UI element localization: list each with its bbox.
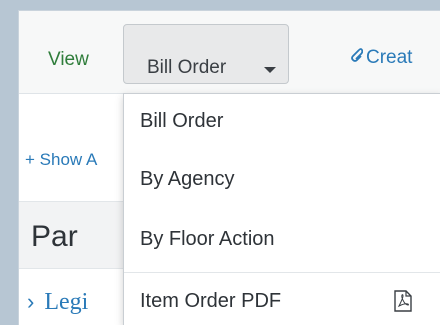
- menu-item-label: By Agency: [140, 168, 235, 190]
- chevron-right-icon: ›: [27, 289, 35, 314]
- section-heading: Par: [31, 220, 78, 253]
- view-dropdown-button[interactable]: Bill Order: [123, 24, 289, 84]
- menu-item-item-order-pdf[interactable]: Item Order PDF: [124, 274, 440, 325]
- menu-item-label: By Floor Action: [140, 228, 275, 250]
- create-link[interactable]: Creat: [349, 47, 412, 69]
- main-panel: View Bill Order Creat + Show A Par › Legi…: [18, 10, 440, 325]
- menu-item-bill-order[interactable]: Bill Order: [124, 94, 440, 150]
- menu-item-label: Bill Order: [140, 110, 224, 132]
- caret-down-icon: [264, 67, 276, 73]
- view-dropdown-menu: Bill Order By Agency By Floor Action Ite…: [123, 93, 440, 325]
- menu-item-by-agency[interactable]: By Agency: [124, 152, 440, 208]
- show-all-link[interactable]: + Show A: [25, 150, 97, 170]
- create-link-label: Creat: [366, 47, 413, 68]
- menu-item-by-floor-action[interactable]: By Floor Action: [124, 212, 440, 268]
- pdf-icon: [394, 290, 412, 312]
- view-label: View: [48, 49, 89, 70]
- legislation-link-label: Legi: [44, 289, 89, 315]
- menu-item-label: Item Order PDF: [140, 290, 282, 312]
- toolbar: View Bill Order Creat: [19, 11, 440, 94]
- paperclip-icon: [349, 47, 364, 69]
- menu-divider: [124, 272, 440, 273]
- view-dropdown-label: Bill Order: [147, 57, 227, 78]
- legislation-link[interactable]: › Legi: [19, 289, 88, 316]
